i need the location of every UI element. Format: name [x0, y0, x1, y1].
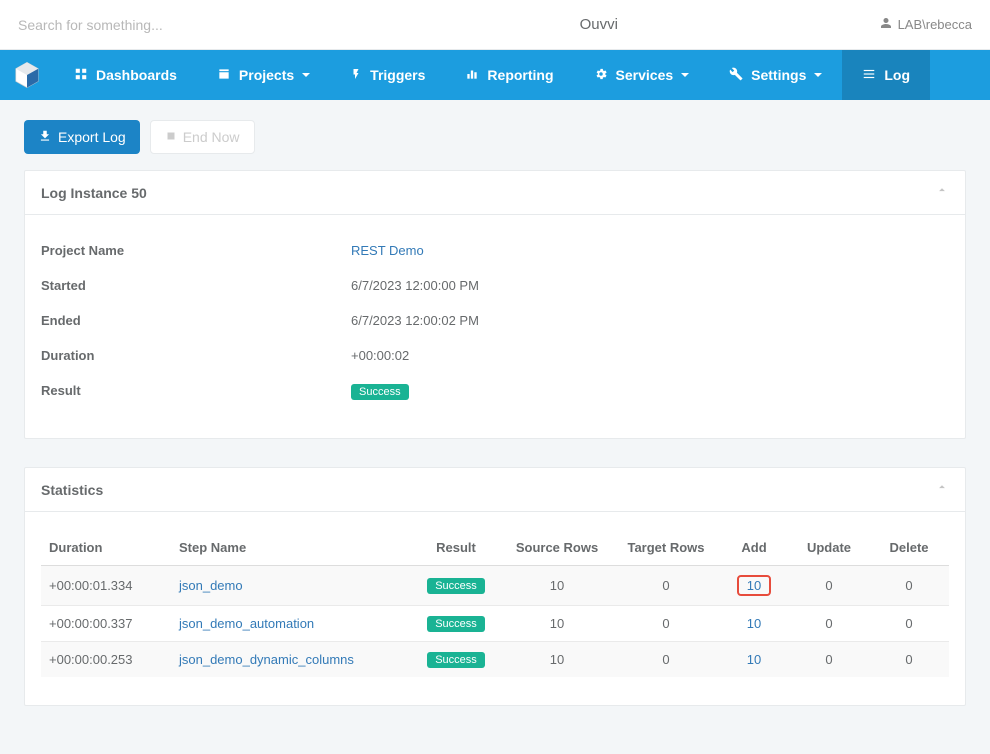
triggers-icon	[350, 67, 362, 84]
nav-services[interactable]: Services	[574, 50, 710, 100]
col-delete: Delete	[869, 530, 949, 566]
chevron-up-icon[interactable]	[935, 480, 949, 499]
cell-update: 0	[789, 606, 869, 642]
settings-icon	[729, 67, 743, 84]
nav-reporting[interactable]: Reporting	[445, 50, 573, 100]
project-name-link[interactable]: REST Demo	[351, 243, 424, 258]
col-duration: Duration	[41, 530, 171, 566]
nav-label: Services	[616, 67, 674, 83]
nav-label: Settings	[751, 67, 806, 83]
nav-label: Reporting	[487, 67, 553, 83]
cell-target: 0	[613, 642, 719, 678]
col-source-rows: Source Rows	[501, 530, 613, 566]
col-update: Update	[789, 530, 869, 566]
statistics-title: Statistics	[41, 482, 103, 498]
table-row: +00:00:01.334json_demoSuccess1001000	[41, 566, 949, 606]
page-content: Export Log End Now Log Instance 50 Proje…	[0, 100, 990, 754]
projects-icon	[217, 67, 231, 84]
col-step-name: Step Name	[171, 530, 411, 566]
step-link[interactable]: json_demo	[179, 578, 243, 593]
export-log-button[interactable]: Export Log	[24, 120, 140, 154]
cell-duration: +00:00:01.334	[41, 566, 171, 606]
duration-value: +00:00:02	[351, 348, 409, 363]
nav-label: Triggers	[370, 67, 425, 83]
services-icon	[594, 67, 608, 84]
caret-down-icon	[681, 73, 689, 77]
cell-target: 0	[613, 606, 719, 642]
topbar: Ouvvi LAB\rebecca	[0, 0, 990, 50]
log-instance-panel: Log Instance 50 Project Name REST Demo S…	[24, 170, 966, 439]
end-now-button: End Now	[150, 120, 255, 154]
table-row: +00:00:00.253 json_demo_dynamic_columns Su…	[41, 642, 949, 678]
dashboards-icon	[74, 67, 88, 84]
user-block[interactable]: LAB\rebecca	[880, 17, 972, 32]
add-link[interactable]: 10	[747, 578, 761, 593]
table-row: +00:00:00.337 json_demo_automation Success…	[41, 606, 949, 642]
nav-label: Projects	[239, 67, 294, 83]
nav-settings[interactable]: Settings	[709, 50, 842, 100]
cell-target: 0	[613, 566, 719, 606]
cell-source: 10	[501, 566, 613, 606]
end-now-label: End Now	[183, 129, 240, 145]
step-link[interactable]: json_demo_dynamic_columns	[179, 652, 354, 667]
export-log-label: Export Log	[58, 129, 126, 145]
user-icon	[880, 17, 892, 32]
navbar: Dashboards Projects Triggers Reporting Servi…	[0, 50, 990, 100]
app-logo[interactable]	[0, 50, 54, 100]
nav-triggers[interactable]: Triggers	[330, 50, 445, 100]
step-link[interactable]: json_demo_automation	[179, 616, 314, 631]
col-target-rows: Target Rows	[613, 530, 719, 566]
brand-title: Ouvvi	[318, 16, 880, 33]
cell-source: 10	[501, 642, 613, 678]
chevron-up-icon[interactable]	[935, 183, 949, 202]
col-add: Add	[719, 530, 789, 566]
cell-source: 10	[501, 606, 613, 642]
statistics-table: Duration Step Name Result Source Rows Ta…	[41, 530, 949, 677]
result-badge: Success	[427, 652, 485, 668]
nav-log[interactable]: Log	[842, 50, 930, 100]
ended-value: 6/7/2023 12:00:02 PM	[351, 313, 479, 328]
nav-projects[interactable]: Projects	[197, 50, 330, 100]
result-label: Result	[41, 383, 351, 400]
cell-update: 0	[789, 566, 869, 606]
col-result: Result	[411, 530, 501, 566]
nav-label: Dashboards	[96, 67, 177, 83]
duration-label: Duration	[41, 348, 351, 363]
cell-duration: +00:00:00.337	[41, 606, 171, 642]
started-value: 6/7/2023 12:00:00 PM	[351, 278, 479, 293]
log-icon	[862, 67, 876, 84]
result-badge: Success	[427, 578, 485, 594]
add-link[interactable]: 10	[747, 616, 761, 631]
user-label: LAB\rebecca	[898, 17, 972, 32]
caret-down-icon	[814, 73, 822, 77]
add-link[interactable]: 10	[747, 652, 761, 667]
stop-icon	[165, 129, 177, 145]
nav-dashboards[interactable]: Dashboards	[54, 50, 197, 100]
ended-label: Ended	[41, 313, 351, 328]
search-input[interactable]	[18, 17, 318, 33]
cell-duration: +00:00:00.253	[41, 642, 171, 678]
caret-down-icon	[302, 73, 310, 77]
cell-delete: 0	[869, 606, 949, 642]
result-badge: Success	[427, 616, 485, 632]
statistics-panel: Statistics Duration Step Name Result Sou…	[24, 467, 966, 706]
reporting-icon	[465, 67, 479, 84]
project-name-label: Project Name	[41, 243, 351, 258]
cell-delete: 0	[869, 642, 949, 678]
started-label: Started	[41, 278, 351, 293]
result-badge: Success	[351, 384, 409, 400]
download-icon	[38, 129, 52, 146]
log-instance-title: Log Instance 50	[41, 185, 147, 201]
nav-label: Log	[884, 67, 910, 83]
cell-delete: 0	[869, 566, 949, 606]
cell-update: 0	[789, 642, 869, 678]
